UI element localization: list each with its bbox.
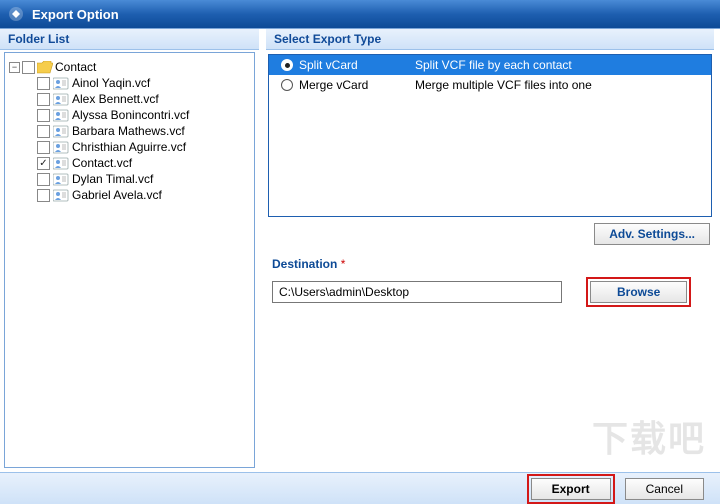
tree-item[interactable]: Dylan Timal.vcf [37, 171, 250, 187]
tree-item[interactable]: Alex Bennett.vcf [37, 91, 250, 107]
window-title: Export Option [32, 7, 119, 22]
vcard-file-icon [53, 77, 69, 90]
destination-label: Destination * [272, 257, 708, 271]
tree-item-label: Alyssa Bonincontri.vcf [72, 108, 189, 122]
tree-root-checkbox[interactable] [22, 61, 35, 74]
tree-collapse-toggle[interactable]: − [9, 62, 20, 73]
tree-item[interactable]: Alyssa Bonincontri.vcf [37, 107, 250, 123]
export-panel: Select Export Type Split vCard Split VCF … [260, 29, 720, 472]
vcard-file-icon [53, 93, 69, 106]
vcard-file-icon [53, 157, 69, 170]
export-option-row[interactable]: Merge vCard Merge multiple VCF files into… [269, 75, 711, 95]
export-option-radio[interactable] [281, 79, 293, 91]
tree-root-contact[interactable]: − Contact [9, 59, 250, 75]
tree-item[interactable]: Ainol Yaqin.vcf [37, 75, 250, 91]
tree-item[interactable]: ✓ Contact.vcf [37, 155, 250, 171]
vcard-file-icon [53, 189, 69, 202]
export-option-radio[interactable] [281, 59, 293, 71]
tree-item-label: Christhian Aguirre.vcf [72, 140, 186, 154]
cancel-button[interactable]: Cancel [625, 478, 704, 500]
export-type-header: Select Export Type [266, 29, 714, 50]
export-highlight: Export [527, 474, 615, 504]
export-option-row[interactable]: Split vCard Split VCF file by each contac… [269, 55, 711, 75]
folder-list-panel: Folder List − Contact Ainol Yaqin.vcf Ale… [0, 29, 260, 472]
footer-bar: Export Cancel [0, 472, 720, 504]
folder-open-icon [37, 61, 53, 74]
tree-item-checkbox[interactable] [37, 93, 50, 106]
tree-item-label: Dylan Timal.vcf [72, 172, 153, 186]
export-option-name: Merge vCard [299, 78, 409, 92]
tree-item-checkbox[interactable] [37, 189, 50, 202]
tree-item-label: Barbara Mathews.vcf [72, 124, 185, 138]
tree-item-checkbox[interactable] [37, 141, 50, 154]
export-option-desc: Split VCF file by each contact [415, 58, 699, 72]
tree-item-label: Gabriel Avela.vcf [72, 188, 162, 202]
folder-tree[interactable]: − Contact Ainol Yaqin.vcf Alex Bennett.vc… [4, 52, 255, 468]
export-option-name: Split vCard [299, 58, 409, 72]
required-asterisk: * [341, 257, 346, 271]
tree-root-label: Contact [55, 60, 96, 74]
export-type-list: Split vCard Split VCF file by each contac… [268, 54, 712, 217]
vcard-file-icon [53, 109, 69, 122]
browse-button[interactable]: Browse [590, 281, 687, 303]
tree-item[interactable]: Gabriel Avela.vcf [37, 187, 250, 203]
tree-item[interactable]: Christhian Aguirre.vcf [37, 139, 250, 155]
tree-item-checkbox[interactable] [37, 125, 50, 138]
title-bar: Export Option [0, 0, 720, 28]
tree-item-checkbox[interactable] [37, 109, 50, 122]
export-option-desc: Merge multiple VCF files into one [415, 78, 699, 92]
vcard-file-icon [53, 125, 69, 138]
tree-item-label: Ainol Yaqin.vcf [72, 76, 150, 90]
browse-highlight: Browse [586, 277, 691, 307]
destination-row: Browse [272, 277, 708, 307]
tree-item-label: Contact.vcf [72, 156, 132, 170]
tree-item[interactable]: Barbara Mathews.vcf [37, 123, 250, 139]
folder-list-header: Folder List [0, 29, 259, 50]
vcard-file-icon [53, 141, 69, 154]
tree-children: Ainol Yaqin.vcf Alex Bennett.vcf Alyssa Bo… [37, 75, 250, 203]
content-area: Folder List − Contact Ainol Yaqin.vcf Ale… [0, 28, 720, 472]
tree-item-checkbox[interactable]: ✓ [37, 157, 50, 170]
adv-settings-button[interactable]: Adv. Settings... [594, 223, 710, 245]
vcard-file-icon [53, 173, 69, 186]
tree-item-checkbox[interactable] [37, 77, 50, 90]
tree-item-checkbox[interactable] [37, 173, 50, 186]
destination-input[interactable] [272, 281, 562, 303]
export-button[interactable]: Export [531, 478, 611, 500]
app-icon [8, 6, 24, 22]
tree-item-label: Alex Bennett.vcf [72, 92, 159, 106]
